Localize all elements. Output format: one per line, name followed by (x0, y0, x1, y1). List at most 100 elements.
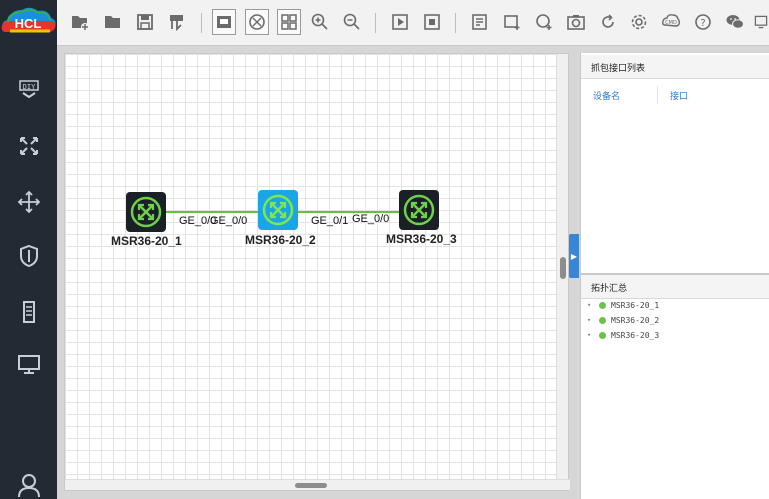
tree-item[interactable]: ▾ MSR36-20_1 (587, 298, 659, 312)
tree-item[interactable]: ▾ MSR36-20_3 (587, 328, 659, 342)
help-button[interactable]: ? (692, 11, 714, 33)
new-project-button[interactable] (69, 11, 91, 33)
start-all-button[interactable] (389, 11, 411, 33)
chevron-down-icon[interactable]: ▾ (587, 331, 599, 339)
router-device-1[interactable] (126, 192, 166, 232)
add-ellipse-button[interactable] (533, 11, 555, 33)
more-button[interactable] (753, 11, 769, 33)
device-2-label: MSR36-20_2 (245, 233, 316, 247)
zoom-in-button[interactable] (309, 11, 331, 33)
column-device-name[interactable]: 设备名 (593, 89, 620, 102)
cmd-icon: CMD (662, 14, 681, 27)
zoom-in-icon (311, 13, 328, 30)
switch-category-button[interactable] (0, 180, 57, 224)
device-1-label: MSR36-20_1 (111, 234, 182, 248)
horizontal-scroll-thumb[interactable] (295, 483, 327, 488)
zoom-out-icon (343, 13, 360, 30)
user-icon (17, 474, 40, 497)
grid-icon (281, 14, 297, 30)
router-device-3[interactable] (399, 190, 439, 230)
hcl-logo: HCL (0, 2, 57, 42)
diy-device-button[interactable]: DIY (0, 66, 57, 110)
add-ellipse-icon (536, 14, 552, 30)
refresh-button[interactable] (597, 11, 619, 33)
capture-panel-title: 抓包接口列表 (581, 55, 769, 79)
open-folder-icon (105, 16, 120, 28)
grid-toggle-button[interactable] (277, 9, 301, 35)
settings-icon (631, 14, 647, 30)
open-project-button[interactable] (102, 11, 124, 33)
port-label: GE_0/0 (352, 213, 390, 225)
panel-collapse-handle[interactable]: ▶ (569, 234, 579, 278)
svg-text:DIY: DIY (22, 83, 35, 91)
notes-icon (472, 14, 487, 30)
toolbar-separator (375, 13, 376, 33)
toolbar-separator (201, 13, 202, 33)
settings-button[interactable] (628, 11, 650, 33)
add-rectangle-button[interactable] (501, 11, 523, 33)
router-icon (262, 194, 294, 226)
help-icon: ? (695, 14, 711, 30)
zoom-out-button[interactable] (341, 11, 363, 33)
canvas-horizontal-scrollbar[interactable] (65, 479, 570, 490)
link-2-3[interactable] (279, 211, 419, 213)
column-divider (657, 86, 658, 104)
chevron-down-icon[interactable]: ▾ (587, 316, 599, 324)
status-dot-icon (599, 301, 606, 309)
wechat-button[interactable] (724, 11, 746, 33)
add-rect-icon (504, 15, 520, 30)
security-category-button[interactable] (0, 234, 57, 278)
port-label: GE_0/1 (311, 215, 349, 227)
diy-icon: DIY (18, 80, 39, 99)
server-category-button[interactable] (0, 290, 57, 334)
router-device-2[interactable] (258, 190, 298, 230)
cloud-logo-icon: HCL (1, 7, 56, 33)
main-toolbar: CMD ? (57, 0, 769, 46)
router-icon (130, 196, 162, 228)
topology-summary-title: 拓扑汇总 (581, 275, 769, 299)
svg-text:?: ? (700, 18, 705, 29)
status-dot-icon (599, 316, 606, 324)
screenshot-icon (567, 15, 585, 30)
more-icon (754, 15, 768, 29)
stop-all-icon (424, 14, 440, 30)
refresh-icon (602, 14, 614, 28)
start-all-icon (392, 14, 408, 30)
notes-button[interactable] (469, 11, 491, 33)
save-icon (137, 14, 153, 30)
svg-text:HCL: HCL (15, 16, 42, 31)
column-interface[interactable]: 接口 (670, 89, 688, 102)
router-icon (19, 137, 38, 155)
server-icon (22, 301, 35, 323)
topology-canvas[interactable]: MSR36-20_1 MSR36-20_2 MSR36-20_3 GE_0/0 … (65, 54, 557, 481)
user-button[interactable] (0, 462, 57, 499)
stop-all-button[interactable] (421, 11, 443, 33)
svg-text:CMD: CMD (665, 20, 677, 26)
wechat-icon (726, 15, 744, 29)
device-sidebar: HCL DIY (0, 0, 57, 499)
status-dot-icon (599, 331, 606, 339)
screenshot-button[interactable] (565, 11, 587, 33)
router-category-button[interactable] (0, 124, 57, 168)
save-as-button[interactable] (166, 11, 188, 33)
chevron-down-icon[interactable]: ▾ (587, 301, 599, 309)
toolbar-separator (455, 13, 456, 33)
right-panel: 抓包接口列表 设备名 接口 拓扑汇总 ▾ MSR36-20_1 ▾ MSR36-20… (580, 53, 769, 499)
save-as-icon (170, 15, 183, 32)
device-3-label: MSR36-20_3 (386, 232, 457, 246)
port-label: GE_0/0 (210, 215, 248, 227)
hide-grid-icon (249, 14, 265, 30)
router-icon (403, 194, 435, 226)
switch-icon (17, 190, 40, 214)
show-interface-button[interactable] (212, 9, 236, 35)
chevron-right-icon: ▶ (570, 251, 578, 261)
cmd-button[interactable]: CMD (660, 11, 682, 33)
canvas-vertical-scrollbar[interactable] (556, 54, 568, 481)
terminal-category-button[interactable] (0, 342, 57, 386)
topology-view-button[interactable] (245, 9, 269, 35)
save-button[interactable] (134, 11, 156, 33)
tree-item[interactable]: ▾ MSR36-20_2 (587, 313, 659, 327)
vertical-scroll-thumb[interactable] (560, 257, 566, 279)
new-project-icon (72, 16, 89, 31)
show-interface-icon (217, 16, 231, 28)
